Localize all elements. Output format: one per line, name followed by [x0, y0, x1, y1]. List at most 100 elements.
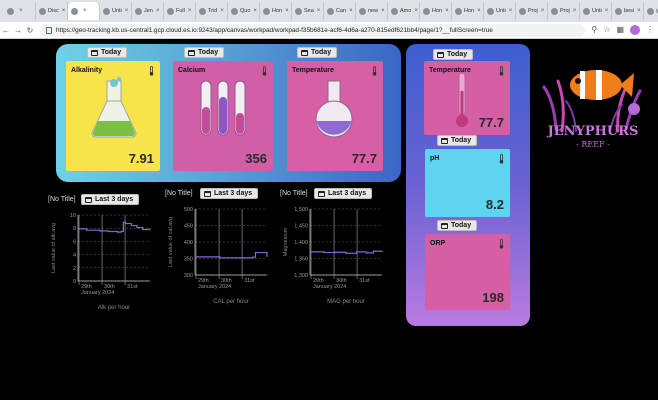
browser-tab[interactable]: Trid ×	[196, 2, 228, 20]
data-point	[120, 230, 122, 233]
tab-close-icon[interactable]: ×	[445, 8, 449, 14]
tab-label: Jen	[144, 8, 153, 14]
browser-tab[interactable]: Unti ×	[100, 2, 132, 20]
browser-tab[interactable]: Jen ×	[132, 2, 164, 20]
browser-tab[interactable]: Hon ×	[420, 2, 452, 20]
time-filter-today-temp-side[interactable]: Today	[433, 49, 474, 60]
browser-tab[interactable]: Disc ×	[36, 2, 68, 20]
browser-tab[interactable]: Amo ×	[388, 2, 420, 20]
tab-close-icon[interactable]: ×	[541, 8, 545, 14]
profile-avatar[interactable]	[630, 25, 640, 35]
x-tick-label: 31st	[127, 284, 138, 290]
x-tick-label: January 2024	[198, 284, 231, 290]
browser-tab[interactable]: Full ×	[164, 2, 196, 20]
browser-tab[interactable]: Proj ×	[516, 2, 548, 20]
y-axis-label: Magnesium	[283, 227, 289, 256]
tab-close-icon[interactable]: ×	[83, 8, 87, 14]
metric-value: 198	[482, 290, 504, 305]
extensions-icon[interactable]: ▦	[616, 25, 624, 35]
browser-tab[interactable]: Proj ×	[548, 2, 580, 20]
browser-tab[interactable]: Hon ×	[260, 2, 292, 20]
tab-close-icon[interactable]: ×	[317, 8, 321, 14]
browser-tab[interactable]: besi ×	[612, 2, 644, 20]
browser-tab[interactable]: new ×	[356, 2, 388, 20]
thermometer-icon	[499, 154, 504, 164]
time-filter-3days-mag[interactable]: Last 3 days	[314, 188, 373, 199]
tab-close-icon[interactable]: ×	[125, 8, 129, 14]
back-icon[interactable]: ←	[0, 26, 12, 35]
browser-tab[interactable]: ×	[4, 2, 36, 20]
logo-text-line1: JENYPHURS	[547, 124, 639, 139]
tab-close-icon[interactable]: ×	[62, 8, 66, 14]
data-point	[149, 228, 151, 230]
zoom-icon[interactable]: ⚲	[591, 25, 597, 35]
browser-tab[interactable]: Quo ×	[228, 2, 260, 20]
tab-close-icon[interactable]: ×	[381, 8, 385, 14]
browser-tab-strip: × Disc × × Unti × Jen × Full × Trid × Quo × Hon × Sea × Ca…	[0, 0, 658, 22]
x-axis-label: Alk per hour	[98, 305, 130, 311]
browser-tab[interactable]: yell×	[644, 2, 658, 20]
chart-title-mag: [No Title]	[280, 190, 308, 197]
browser-tab[interactable]: Sea ×	[292, 2, 324, 20]
tab-favicon-icon	[327, 7, 334, 15]
data-point	[219, 257, 221, 259]
tab-label: Hon	[272, 8, 283, 14]
bookmark-star-icon[interactable]: ☆	[603, 25, 610, 35]
time-filter-today-alk[interactable]: Today	[87, 47, 128, 58]
metric-value: 77.7	[478, 115, 504, 130]
url-bar[interactable]: https://geo-tracking.kb.us-central1.gcp.…	[40, 24, 585, 37]
tab-close-icon[interactable]: ×	[605, 8, 609, 14]
browser-tab[interactable]: ×	[68, 2, 100, 20]
tab-close-icon[interactable]: ×	[414, 8, 418, 14]
tab-close-icon[interactable]: ×	[573, 8, 577, 14]
tab-favicon-icon	[135, 7, 142, 15]
thermometer-icon	[499, 66, 504, 76]
metric-card-calcium: Calcium 356	[173, 61, 273, 171]
time-filter-3days-alk[interactable]: Last 3 days	[81, 194, 140, 205]
tab-close-icon[interactable]: ×	[285, 8, 289, 14]
data-point	[86, 229, 88, 231]
menu-icon[interactable]: ⋮	[646, 25, 654, 35]
erlenmeyer-flask-icon	[91, 77, 137, 138]
tab-close-icon[interactable]: ×	[349, 8, 353, 14]
browser-tab[interactable]: Unti ×	[580, 2, 612, 20]
time-filter-today-cal[interactable]: Today	[184, 47, 225, 58]
time-filter-3days-cal[interactable]: Last 3 days	[200, 188, 259, 199]
tab-close-icon[interactable]: ×	[637, 8, 641, 14]
browser-tab[interactable]: Unti ×	[484, 2, 516, 20]
thermometer-icon	[149, 66, 154, 76]
calendar-icon	[437, 51, 444, 58]
tab-label: Proj	[528, 8, 538, 14]
canvas-workpad: Today Today Today Alkalinity 7.91 Calciu…	[0, 39, 658, 400]
time-filter-today-temp[interactable]: Today	[297, 47, 338, 58]
tab-close-icon[interactable]: ×	[509, 8, 513, 14]
tab-favicon-icon	[583, 7, 590, 15]
tab-close-icon[interactable]: ×	[253, 8, 257, 14]
tab-close-icon[interactable]: ×	[477, 8, 481, 14]
y-tick-label: 300	[184, 273, 193, 279]
browser-tab[interactable]: Can ×	[324, 2, 356, 20]
tab-favicon-icon	[167, 7, 174, 15]
tab-close-icon[interactable]: ×	[188, 8, 192, 14]
forward-icon[interactable]: →	[12, 26, 24, 35]
thermometer-icon	[499, 239, 504, 249]
tab-close-icon[interactable]: ×	[19, 8, 23, 14]
time-filter-today-orp[interactable]: Today	[437, 220, 478, 231]
y-tick-label: 1,450	[294, 224, 308, 230]
data-point	[216, 256, 218, 258]
tab-close-icon[interactable]: ×	[220, 8, 224, 14]
time-filter-today-ph[interactable]: Today	[437, 135, 478, 146]
y-tick-label: 350	[184, 257, 193, 263]
data-point	[194, 256, 196, 258]
tab-favicon-icon	[7, 7, 14, 15]
data-point	[345, 252, 347, 254]
url-text: https://geo-tracking.kb.us-central1.gcp.…	[56, 27, 493, 34]
metric-card-temperature: Temperature 77.7	[287, 61, 383, 171]
round-flask-icon	[315, 80, 353, 138]
metric-label: Temperature	[292, 67, 334, 74]
browser-tab[interactable]: Hon ×	[452, 2, 484, 20]
tab-favicon-icon	[359, 7, 366, 15]
tab-label: Hon	[432, 8, 443, 14]
tab-close-icon[interactable]: ×	[156, 8, 160, 14]
reload-icon[interactable]: ↻	[24, 26, 36, 35]
